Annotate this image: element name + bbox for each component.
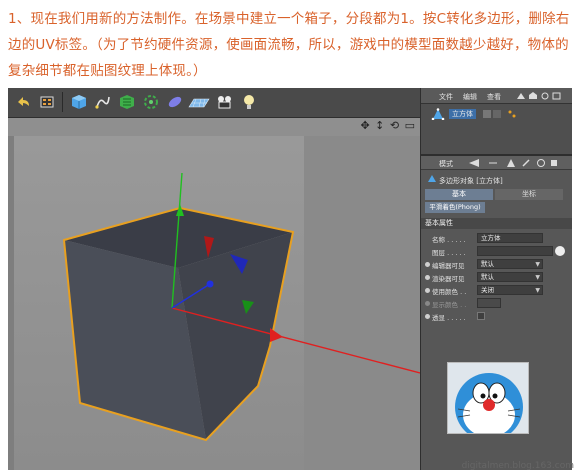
x-axis-arrow xyxy=(270,328,283,342)
menu-file[interactable]: 文件 xyxy=(439,92,453,102)
attribute-nav-icons[interactable] xyxy=(467,158,567,168)
doraemon-image xyxy=(448,363,528,433)
menu-edit[interactable]: 编辑 xyxy=(463,92,477,102)
deform-icon[interactable] xyxy=(164,91,186,113)
prop-display-color-swatch[interactable] xyxy=(477,298,501,308)
attribute-object-icon xyxy=(428,175,436,182)
tab-coordinates[interactable]: 坐标 xyxy=(495,189,563,200)
intro-step-text: 1、现在我们用新的方法制作。在场景中建立一个箱子，分段都为1。按C转化多边形，删… xyxy=(8,11,570,79)
attribute-title: 多边形对象 [立方体] xyxy=(439,177,503,185)
film-icon[interactable] xyxy=(36,91,58,113)
object-row-cube[interactable]: 立方体 xyxy=(427,108,567,120)
prop-editor-visible-label: 编辑器可见 xyxy=(432,262,465,270)
prop-xray: 透显 . . . . . xyxy=(421,311,572,322)
object-list[interactable]: 立方体 xyxy=(421,104,572,154)
prop-use-color-label: 使用颜色 . . xyxy=(432,288,467,296)
prop-xray-dot[interactable] xyxy=(425,314,430,319)
prop-layer: 图层 . . . . . xyxy=(421,246,572,257)
prop-display-color-label: 显示颜色 . . xyxy=(432,301,467,309)
doraemon-thumbnail xyxy=(447,362,529,434)
watermark: digitalmen.blog.163.com xyxy=(461,461,574,471)
3d-viewport[interactable]: ✥ ↕ ⟲ ▭ xyxy=(8,118,420,470)
cube-icon[interactable] xyxy=(68,91,90,113)
menu-view[interactable]: 查看 xyxy=(487,92,501,102)
undo-icon[interactable] xyxy=(12,91,34,113)
prop-render-visible-dot[interactable] xyxy=(425,275,430,280)
prop-name: 名称 . . . . . 立方体 xyxy=(421,233,572,244)
tab-basic[interactable]: 基本 xyxy=(425,189,493,200)
prop-name-label: 名称 . . . . . xyxy=(432,236,466,244)
z-axis-handle xyxy=(206,280,214,288)
prop-display-color: 显示颜色 . . xyxy=(421,298,572,309)
prop-use-color-dot[interactable] xyxy=(425,288,430,293)
section-basic-properties: 基本属性 xyxy=(421,218,572,229)
object-manager-menubar: 文件 编辑 查看 xyxy=(421,88,572,104)
array-icon[interactable] xyxy=(140,91,162,113)
toolbar-separator xyxy=(62,92,63,112)
prop-editor-visible-dropdown[interactable]: 默认 ▼ xyxy=(477,259,543,269)
layer-picker-icon[interactable] xyxy=(555,246,565,256)
object-tags-icons[interactable] xyxy=(483,110,519,119)
tab-phong[interactable]: 平滑着色(Phong) xyxy=(425,202,485,213)
prop-use-color-dropdown[interactable]: 关闭 ▼ xyxy=(477,285,543,295)
prop-display-color-dot[interactable] xyxy=(425,301,430,306)
subdivide-icon[interactable] xyxy=(116,91,138,113)
prop-render-visible-dropdown[interactable]: 默认 ▼ xyxy=(477,272,543,282)
prop-editor-visible-dot[interactable] xyxy=(425,262,430,267)
object-manager-tool-icons[interactable] xyxy=(515,91,565,101)
prop-name-field[interactable]: 立方体 xyxy=(477,233,543,243)
object-name[interactable]: 立方体 xyxy=(449,109,476,119)
prop-render-visible-label: 渲染器可见 xyxy=(432,275,465,283)
viewport-scene xyxy=(62,172,420,442)
prop-editor-visible: 编辑器可见 默认 ▼ xyxy=(421,259,572,270)
light-icon[interactable] xyxy=(238,91,260,113)
prop-xray-checkbox[interactable] xyxy=(477,312,485,320)
menu-mode[interactable]: 模式 xyxy=(439,159,453,169)
pen-icon[interactable] xyxy=(92,91,114,113)
polygon-object-icon xyxy=(431,108,445,120)
prop-layer-field[interactable] xyxy=(477,246,553,256)
floor-icon[interactable] xyxy=(188,91,210,113)
prop-xray-label: 透显 . . . . . xyxy=(432,314,466,322)
prop-render-visible: 渲染器可见 默认 ▼ xyxy=(421,272,572,283)
attribute-menubar: 模式 xyxy=(421,156,572,170)
prop-use-color: 使用颜色 . . 关闭 ▼ xyxy=(421,285,572,296)
main-toolbar xyxy=(8,88,420,118)
camera-icon[interactable] xyxy=(214,91,236,113)
intro-paragraph: 1、现在我们用新的方法制作。在场景中建立一个箱子，分段都为1。按C转化多边形，删… xyxy=(8,6,574,84)
prop-layer-label: 图层 . . . . . xyxy=(432,249,466,257)
